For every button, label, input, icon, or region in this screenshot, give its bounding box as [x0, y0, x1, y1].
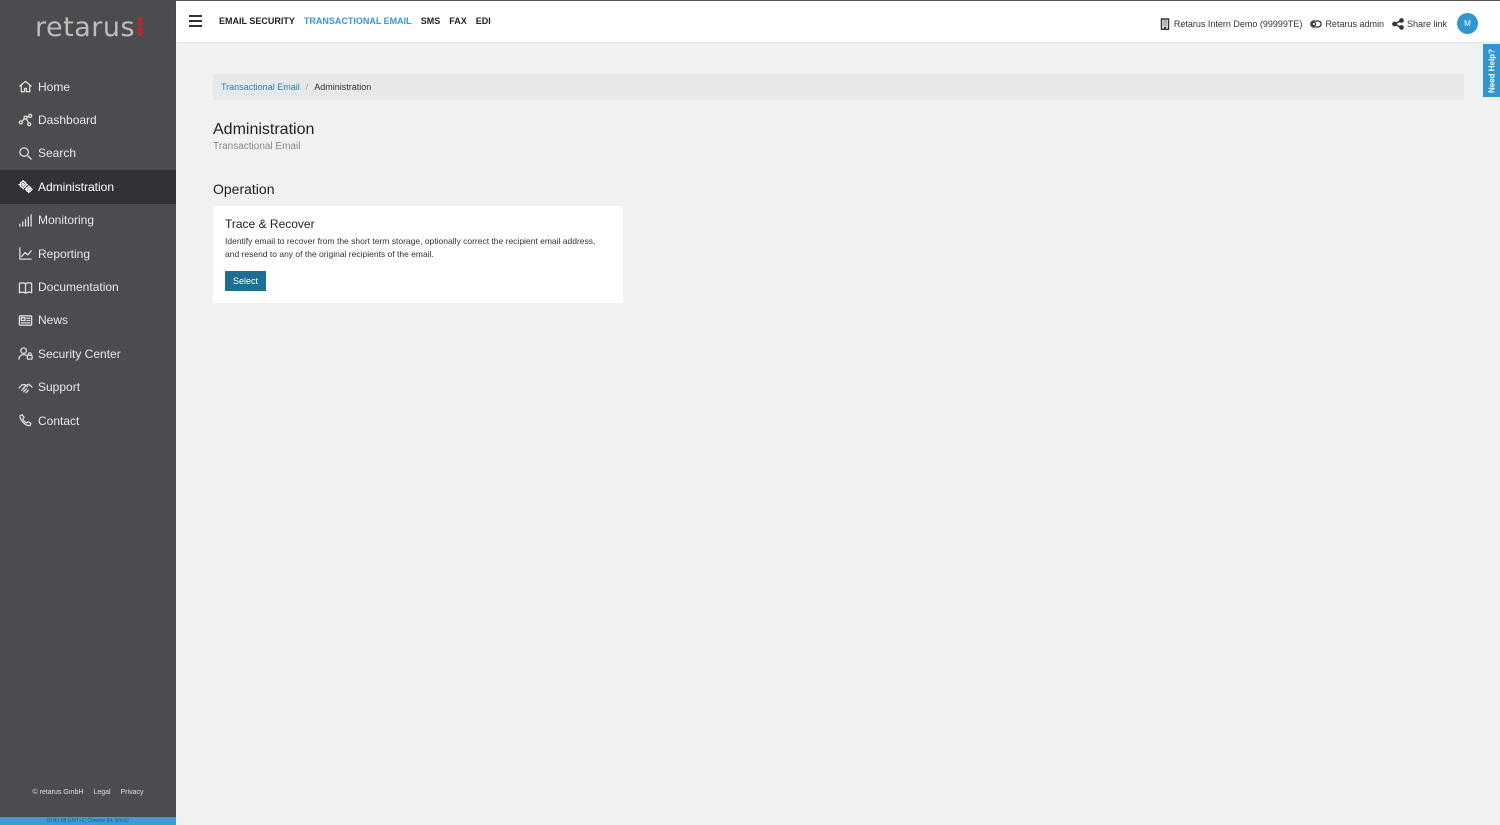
sidebar-item-label: News: [38, 313, 69, 328]
sidebar-item-label: Home: [38, 79, 71, 94]
user-name: Retarus admin: [1325, 18, 1384, 29]
section-title: Operation: [213, 181, 275, 197]
sidebar-item-label: Contact: [38, 413, 80, 428]
sidebar-item-label: Search: [38, 146, 77, 161]
newspaper-icon: [17, 312, 33, 328]
chart-icon: [17, 246, 33, 262]
user-lock-icon: [17, 346, 33, 362]
phone-icon: [17, 413, 33, 429]
sidebar-footer: © retarus GmbH Legal Privacy: [0, 789, 176, 796]
tab-fax[interactable]: FAX: [449, 16, 467, 26]
sidebar-item-monitoring[interactable]: Monitoring: [0, 204, 176, 237]
legal-link[interactable]: Legal: [93, 789, 110, 796]
retarus-logo[interactable]: retarus⁞: [35, 12, 146, 43]
toggle-icon: [1310, 19, 1323, 28]
sidebar-status-bar: 01:41:09 GMT+2, Chrome 84, Win32: [0, 817, 176, 825]
breadcrumb-current: Administration: [314, 82, 372, 92]
sidebar-item-administration[interactable]: Administration: [0, 170, 176, 204]
need-help-label: Need Help?: [1487, 48, 1496, 93]
card-title: Trace & Recover: [225, 217, 315, 231]
breadcrumb-separator: /: [305, 82, 309, 92]
handshake-icon: [17, 379, 33, 395]
gears-icon: [17, 179, 33, 195]
share-link-button[interactable]: Share link: [1392, 17, 1447, 30]
book-icon: [17, 279, 33, 295]
sidebar-item-dashboard[interactable]: Dashboard: [0, 103, 176, 136]
sidebar-item-label: Security Center: [38, 346, 121, 361]
privacy-link[interactable]: Privacy: [121, 789, 144, 796]
sidebar-item-label: Monitoring: [38, 213, 95, 228]
topbar: EMAIL SECURITY TRANSACTIONAL EMAIL SMS F…: [176, 0, 1500, 42]
sidebar-item-support[interactable]: Support: [0, 371, 176, 404]
logo-dots: ⁞: [135, 12, 146, 43]
building-icon: [1160, 17, 1170, 30]
trace-recover-card: Trace & Recover Identify email to recove…: [213, 206, 623, 303]
account-name: Retarus Intern Demo (99999TE): [1173, 18, 1303, 29]
sidebar-item-label: Documentation: [38, 280, 119, 295]
breadcrumb-link-transactional-email[interactable]: Transactional Email: [221, 82, 300, 92]
page-title: Administration: [213, 121, 315, 138]
sidebar-nav: Home Dashboard Search Administration Mon…: [0, 70, 176, 437]
status-bar-text: 01:41:09 GMT+2, Chrome 84, Win32: [46, 818, 130, 824]
tab-transactional-email[interactable]: TRANSACTIONAL EMAIL: [304, 16, 412, 26]
sidebar-item-documentation[interactable]: Documentation: [0, 270, 176, 303]
sidebar: retarus⁞ Home Dashboard Search Administr…: [0, 0, 176, 825]
avatar[interactable]: M: [1457, 13, 1478, 34]
sidebar-item-reporting[interactable]: Reporting: [0, 237, 176, 270]
breadcrumb: Transactional Email / Administration: [213, 74, 1464, 100]
product-nav: EMAIL SECURITY TRANSACTIONAL EMAIL SMS F…: [219, 16, 500, 26]
menu-toggle-icon[interactable]: [189, 15, 202, 27]
sidebar-item-search[interactable]: Search: [0, 137, 176, 170]
dashboard-icon: [17, 112, 33, 128]
signal-bars-icon: [17, 212, 33, 228]
copyright-text: © retarus GmbH: [32, 789, 84, 796]
need-help-tab[interactable]: Need Help?: [1483, 44, 1500, 97]
sidebar-item-news[interactable]: News: [0, 304, 176, 337]
sidebar-item-contact[interactable]: Contact: [0, 404, 176, 437]
share-link-label: Share link: [1406, 18, 1447, 29]
sidebar-item-label: Support: [38, 380, 81, 395]
search-icon: [17, 145, 33, 161]
card-description: Identify email to recover from the short…: [225, 236, 596, 259]
account-selector[interactable]: Retarus Intern Demo (99999TE): [1159, 17, 1303, 30]
sidebar-item-security-center[interactable]: Security Center: [0, 337, 176, 370]
user-menu[interactable]: Retarus admin: [1310, 18, 1384, 30]
sidebar-item-home[interactable]: Home: [0, 70, 176, 103]
share-icon: [1392, 17, 1404, 30]
sidebar-item-label: Reporting: [38, 246, 91, 261]
tab-sms[interactable]: SMS: [421, 16, 441, 26]
sidebar-item-label: Administration: [38, 179, 115, 194]
logo-text: retarus: [35, 12, 136, 43]
select-button[interactable]: Select: [225, 271, 267, 291]
topbar-actions: Retarus Intern Demo (99999TE) Retarus ad…: [1151, 13, 1478, 34]
page-subtitle: Transactional Email: [213, 141, 301, 152]
tab-email-security[interactable]: EMAIL SECURITY: [219, 16, 295, 26]
tab-edi[interactable]: EDI: [476, 16, 491, 26]
sidebar-item-label: Dashboard: [38, 113, 97, 128]
home-icon: [17, 79, 33, 95]
